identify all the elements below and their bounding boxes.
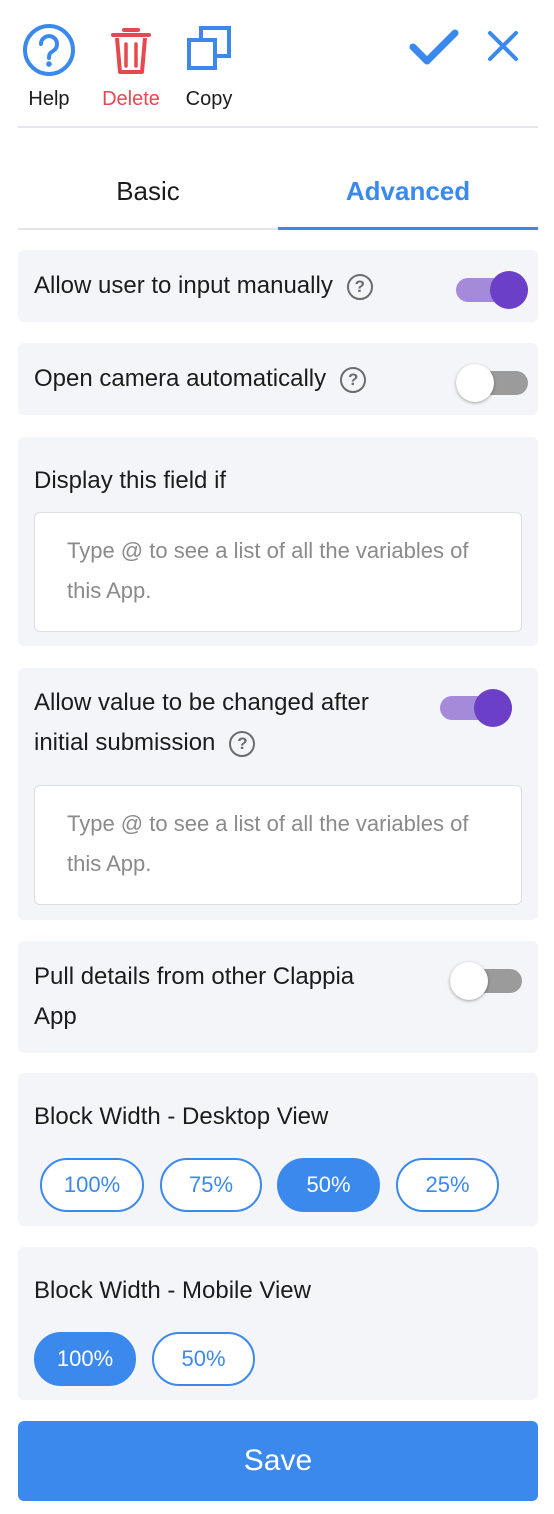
close-icon: [488, 31, 518, 61]
open-camera-toggle[interactable]: [456, 363, 528, 403]
trash-icon: [111, 28, 151, 74]
open-camera-row: Open camera automatically?: [34, 359, 367, 399]
allow-manual-card: Allow user to input manually?: [18, 250, 538, 322]
help-icon[interactable]: ?: [346, 273, 373, 300]
block-width-desktop-label: Block Width - Desktop View: [34, 1103, 329, 1130]
toggle-knob: [456, 364, 494, 402]
allow-change-label-line2: initial submission: [34, 729, 216, 756]
help-button[interactable]: Help: [13, 22, 85, 111]
help-icon[interactable]: ?: [340, 366, 367, 393]
pull-details-toggle[interactable]: [450, 961, 522, 1001]
toggle-knob: [490, 271, 528, 309]
display-condition-input[interactable]: [34, 512, 522, 632]
allow-change-label-line1: Allow value to be changed after: [34, 689, 369, 716]
delete-label: Delete: [102, 88, 160, 110]
mobile-width-50-button[interactable]: 50%: [152, 1332, 255, 1386]
save-button[interactable]: Save: [18, 1421, 538, 1501]
help-icon: [23, 24, 75, 76]
block-width-mobile-card: Block Width - Mobile View 100% 50%: [18, 1247, 538, 1400]
desktop-width-50-button[interactable]: 50%: [277, 1158, 380, 1212]
toggle-knob: [474, 689, 512, 727]
check-icon: [409, 29, 459, 65]
copy-button[interactable]: Copy: [173, 22, 245, 111]
copy-icon: [187, 26, 231, 70]
toolbar: Help Delete Copy: [18, 0, 538, 128]
desktop-width-100-button[interactable]: 100%: [40, 1158, 144, 1212]
mobile-width-100-button[interactable]: 100%: [34, 1332, 136, 1386]
display-condition-label: Display this field if: [34, 467, 227, 494]
confirm-button[interactable]: [408, 26, 460, 73]
tab-advanced[interactable]: Advanced: [278, 176, 538, 207]
toggle-knob: [450, 962, 488, 1000]
allow-change-input[interactable]: [34, 785, 522, 905]
delete-button[interactable]: Delete: [95, 22, 167, 111]
desktop-width-75-button[interactable]: 75%: [160, 1158, 262, 1212]
help-label: Help: [28, 88, 70, 110]
pull-details-label-line1: Pull details from other Clappia: [34, 963, 355, 990]
allow-manual-toggle[interactable]: [456, 270, 528, 310]
pull-details-card: Pull details from other Clappia App: [18, 941, 538, 1053]
allow-change-row: initial submission?: [34, 723, 256, 763]
open-camera-card: Open camera automatically?: [18, 343, 538, 415]
allow-manual-row: Allow user to input manually?: [34, 266, 373, 306]
allow-change-card: Allow value to be changed after initial …: [18, 668, 538, 920]
block-width-desktop-card: Block Width - Desktop View 100% 75% 50% …: [18, 1073, 538, 1226]
pull-details-label-line2: App: [34, 1003, 77, 1030]
allow-manual-label: Allow user to input manually: [34, 272, 333, 299]
tab-basic[interactable]: Basic: [18, 176, 278, 207]
copy-label: Copy: [185, 88, 233, 110]
help-icon[interactable]: ?: [229, 730, 256, 757]
allow-change-toggle[interactable]: [440, 688, 512, 728]
desktop-width-25-button[interactable]: 25%: [396, 1158, 499, 1212]
active-tab-indicator: [278, 227, 538, 230]
tab-bar: Basic Advanced: [18, 150, 538, 230]
close-button[interactable]: [487, 30, 519, 67]
display-condition-card: Display this field if: [18, 437, 538, 646]
open-camera-label: Open camera automatically: [34, 365, 327, 392]
block-width-mobile-label: Block Width - Mobile View: [34, 1277, 311, 1304]
